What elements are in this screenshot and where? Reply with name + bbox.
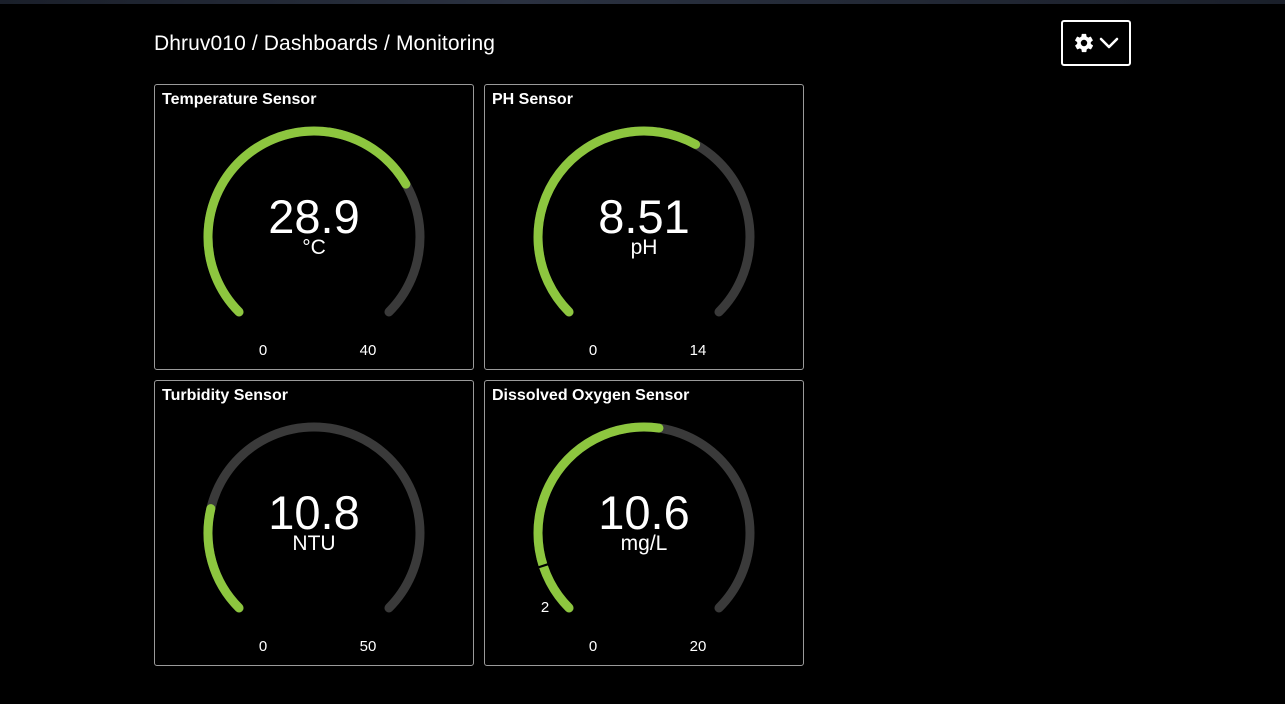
gear-icon — [1073, 32, 1095, 54]
tile-ph-sensor[interactable]: PH Sensor 8.51 pH 0 14 — [484, 84, 804, 370]
breadcrumb-separator: / — [384, 32, 390, 55]
gauge-max-label: 20 — [689, 638, 707, 655]
gauge-min-label: 0 — [258, 638, 268, 655]
gauge-min-label: 0 — [588, 342, 598, 359]
breadcrumb: Dhruv010/Dashboards / Monitoring — [154, 32, 495, 56]
top-bar — [0, 0, 1285, 4]
gauge-max-label: 50 — [359, 638, 377, 655]
settings-dropdown-button[interactable] — [1061, 20, 1131, 66]
gauge-min-label: 0 — [258, 342, 268, 359]
tile-dissolved-oxygen-sensor[interactable]: Dissolved Oxygen Sensor 10.6 mg/L 2 0 20 — [484, 380, 804, 666]
tile-temperature-sensor[interactable]: Temperature Sensor 28.9 °C 0 40 — [154, 84, 474, 370]
gauge-min-label: 0 — [588, 638, 598, 655]
gauge-threshold-label: 2 — [540, 599, 550, 616]
chevron-down-icon — [1099, 36, 1119, 50]
gauge-unit: pH — [630, 236, 658, 259]
gauge-unit: NTU — [292, 532, 336, 555]
gauge-unit: mg/L — [620, 532, 668, 555]
gauge-max-label: 14 — [689, 342, 707, 359]
gauge-max-label: 40 — [359, 342, 377, 359]
tile-turbidity-sensor[interactable]: Turbidity Sensor 10.8 NTU 0 50 — [154, 380, 474, 666]
gauge-unit: °C — [302, 236, 326, 259]
breadcrumb-user[interactable]: Dhruv010 — [154, 32, 246, 55]
breadcrumb-current-page: Monitoring — [395, 32, 496, 55]
breadcrumb-separator: / — [251, 32, 258, 55]
breadcrumb-dashboards[interactable]: Dashboards — [264, 32, 378, 55]
